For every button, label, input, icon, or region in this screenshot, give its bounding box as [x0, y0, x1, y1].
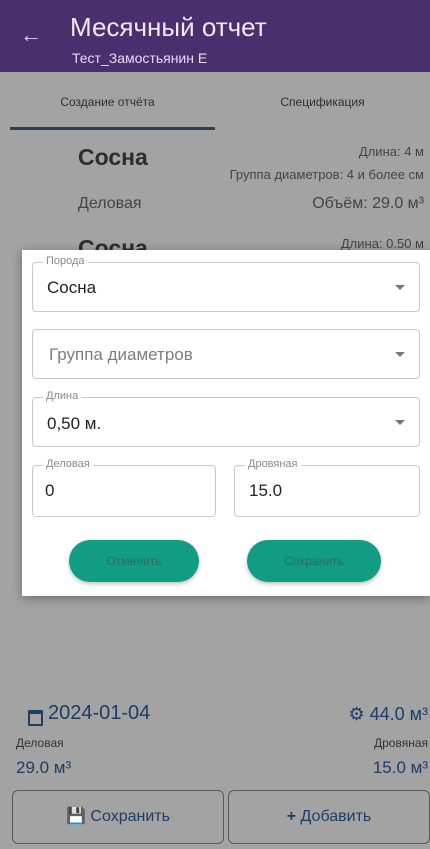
plus-icon: + — [286, 808, 301, 825]
item-volume: Объём: 29.0 м³ — [312, 195, 424, 212]
breed-label: Порода — [43, 255, 88, 267]
total-volume-value: 44.0 м³ — [369, 704, 428, 724]
summary-panel: 2024-01-04 ⚙ 44.0 м³ Деловая Дровяная 29… — [0, 692, 430, 849]
breed-value: Сосна — [47, 278, 97, 297]
total-volume: ⚙ 44.0 м³ — [348, 704, 428, 725]
business-volume-label: Деловая — [43, 458, 93, 470]
length-select[interactable]: Длина 0,50 м. — [32, 390, 420, 447]
cancel-button[interactable]: Отменить — [69, 540, 199, 582]
length-value: 0,50 м. — [47, 414, 102, 433]
firewood-volume-label: Дровяная — [245, 458, 301, 470]
length-label: Длина — [43, 390, 82, 402]
page-title: Месячный отчет — [70, 12, 267, 42]
add-button-label: Добавить — [300, 808, 372, 825]
business-total-value: 29.0 м³ — [16, 758, 72, 777]
item-length: Длина: 0.50 м — [340, 236, 424, 251]
firewood-volume-input[interactable]: Дровяная 15.0 — [234, 458, 420, 517]
firewood-total-label: Дровяная — [373, 736, 428, 750]
list-item[interactable]: Сосна Длина: 4 м Группа диаметров: 4 и б… — [0, 132, 430, 232]
item-length: Длина: 4 м — [358, 144, 424, 159]
add-button[interactable]: + Добавить — [228, 790, 430, 844]
diameter-group-placeholder: Группа диаметров — [49, 345, 193, 364]
dropdown-arrow-icon — [395, 285, 405, 290]
back-arrow-icon[interactable]: ← — [20, 24, 42, 46]
tab-specification[interactable]: Спецификация — [215, 72, 430, 132]
breed-select[interactable]: Порода Сосна — [32, 255, 420, 312]
business-total-label: Деловая — [16, 736, 64, 750]
dialog-save-button[interactable]: Сохранить — [247, 540, 381, 582]
total-icon: ⚙ — [348, 704, 370, 724]
edit-dialog: Порода Сосна Группа диаметров Длина 0,50… — [22, 250, 430, 596]
tab-create-report[interactable]: Создание отчёта — [0, 72, 215, 132]
diameter-group-select[interactable]: Группа диаметров — [32, 329, 420, 379]
save-button-label: Сохранить — [90, 808, 170, 825]
firewood-total-value: 15.0 м³ — [372, 758, 428, 777]
item-name: Сосна — [78, 144, 148, 170]
save-button[interactable]: 💾 Сохранить — [12, 790, 224, 844]
app-bar: ← Месячный отчет Тест_Замостьянин Е — [0, 0, 430, 72]
save-icon: 💾 — [66, 808, 91, 825]
page-subtitle: Тест_Замостьянин Е — [72, 50, 208, 66]
dropdown-arrow-icon — [395, 352, 405, 357]
calendar-icon — [28, 710, 43, 726]
item-kind: Деловая — [78, 195, 142, 212]
report-date[interactable]: 2024-01-04 — [48, 702, 150, 725]
business-volume-value: 0 — [45, 481, 55, 500]
item-diameter-group: Группа диаметров: 4 и более см — [229, 167, 424, 182]
dropdown-arrow-icon — [395, 420, 405, 425]
list-item[interactable]: Сосна Длина: 0.50 м — [0, 232, 430, 252]
business-volume-input[interactable]: Деловая 0 — [32, 458, 216, 517]
firewood-volume-value: 15.0 — [249, 481, 283, 500]
tab-bar: Создание отчёта Спецификация — [0, 72, 430, 132]
